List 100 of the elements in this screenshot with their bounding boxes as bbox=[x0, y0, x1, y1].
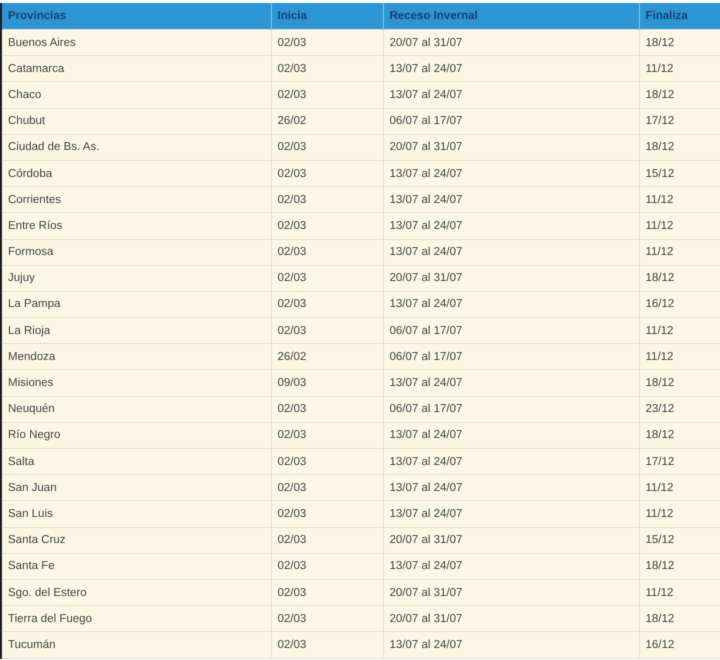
table-cell: 18/12 bbox=[639, 422, 720, 448]
table-cell: Catamarca bbox=[1, 56, 271, 82]
table-cell: 16/12 bbox=[639, 291, 720, 318]
table-cell: 09/03 bbox=[271, 370, 383, 396]
table-cell: 02/03 bbox=[271, 632, 383, 658]
table-cell: Sgo. del Estero bbox=[1, 579, 271, 606]
table-cell: Santa Cruz bbox=[1, 527, 271, 554]
table-cell: 18/12 bbox=[639, 370, 720, 396]
table-cell: 13/07 al 24/07 bbox=[383, 422, 639, 448]
table-cell: 02/03 bbox=[271, 291, 383, 318]
table-cell: 02/03 bbox=[271, 448, 383, 475]
table-cell: Córdoba bbox=[1, 160, 271, 187]
table-cell: 11/12 bbox=[639, 474, 720, 501]
table-cell: 20/07 al 31/07 bbox=[383, 134, 639, 160]
table-cell: Tierra del Fuego bbox=[1, 606, 271, 632]
table-cell: 13/07 al 24/07 bbox=[383, 82, 639, 108]
table-cell: 02/03 bbox=[271, 160, 383, 187]
table-cell: 26/02 bbox=[271, 344, 383, 370]
table-cell: 02/03 bbox=[271, 606, 383, 632]
table-cell: 02/03 bbox=[271, 422, 383, 448]
table-cell: 20/07 al 31/07 bbox=[383, 579, 639, 606]
table-cell: 11/12 bbox=[639, 579, 720, 606]
table-cell: Chaco bbox=[1, 82, 271, 108]
table-cell: Buenos Aires bbox=[1, 30, 271, 56]
table-cell: 18/12 bbox=[639, 82, 720, 108]
table-cell: 11/12 bbox=[639, 500, 720, 528]
table-cell: 13/07 al 24/07 bbox=[383, 553, 639, 580]
table-cell: 13/07 al 24/07 bbox=[383, 448, 639, 475]
table-cell: 17/12 bbox=[639, 108, 720, 134]
table-cell: 17/12 bbox=[639, 448, 720, 475]
table-cell: 26/02 bbox=[271, 108, 383, 134]
table-cell: Santa Fe bbox=[1, 553, 271, 580]
table-cell: 11/12 bbox=[639, 344, 720, 370]
table-cell: 11/12 bbox=[639, 212, 720, 239]
table-cell: 18/12 bbox=[639, 265, 720, 292]
table-cell: 02/03 bbox=[271, 500, 383, 528]
table-cell: San Juan bbox=[1, 474, 271, 501]
table-cell: 11/12 bbox=[639, 239, 720, 266]
table-cell: 23/12 bbox=[639, 396, 720, 422]
table-cell: 20/07 al 31/07 bbox=[383, 527, 639, 554]
table-cell: 02/03 bbox=[271, 474, 383, 501]
table-cell: 11/12 bbox=[639, 186, 720, 213]
column-header: Receso Invernal bbox=[383, 3, 639, 30]
table-cell: 13/07 al 24/07 bbox=[383, 212, 639, 239]
table-cell: 13/07 al 24/07 bbox=[383, 500, 639, 528]
table-cell: La Pampa bbox=[1, 291, 271, 318]
table-cell: Salta bbox=[1, 448, 271, 475]
table-cell: 11/12 bbox=[639, 56, 720, 82]
table-cell: 16/12 bbox=[639, 632, 720, 658]
table-cell: Jujuy bbox=[1, 265, 271, 292]
table-cell: 02/03 bbox=[271, 318, 383, 344]
table-cell: 02/03 bbox=[271, 30, 383, 56]
table-cell: 13/07 al 24/07 bbox=[383, 239, 639, 266]
table-cell: 02/03 bbox=[271, 265, 383, 292]
table-cell: 02/03 bbox=[271, 579, 383, 606]
column-header: Finaliza bbox=[639, 3, 720, 30]
table-cell: 02/03 bbox=[271, 239, 383, 266]
table-cell: La Rioja bbox=[1, 318, 271, 344]
table-cell: 02/03 bbox=[271, 186, 383, 213]
table-cell: 18/12 bbox=[639, 30, 720, 56]
table-cell: Chubut bbox=[1, 108, 271, 134]
table-cell: 13/07 al 24/07 bbox=[383, 160, 639, 187]
table-cell: 20/07 al 31/07 bbox=[383, 30, 639, 56]
table-cell: Entre Ríos bbox=[1, 212, 271, 239]
table-cell: 13/07 al 24/07 bbox=[383, 632, 639, 658]
table-cell: Misiones bbox=[1, 370, 271, 396]
table-cell: 15/12 bbox=[639, 527, 720, 554]
table-cell: 11/12 bbox=[639, 318, 720, 344]
column-header: Provincias bbox=[1, 3, 271, 30]
table-cell: 02/03 bbox=[271, 134, 383, 160]
table-cell: 06/07 al 17/07 bbox=[383, 318, 639, 344]
table-cell: 15/12 bbox=[639, 160, 720, 187]
table-cell: Río Negro bbox=[1, 422, 271, 448]
column-header: Inicia bbox=[271, 3, 383, 30]
table-cell: 02/03 bbox=[271, 212, 383, 239]
table-cell: 13/07 al 24/07 bbox=[383, 56, 639, 82]
table-cell: Corrientes bbox=[1, 186, 271, 213]
table-cell: 02/03 bbox=[271, 553, 383, 580]
table-cell: Formosa bbox=[1, 239, 271, 266]
table-cell: 13/07 al 24/07 bbox=[383, 186, 639, 213]
table-cell: 20/07 al 31/07 bbox=[383, 606, 639, 632]
table-cell: 06/07 al 17/07 bbox=[383, 108, 639, 134]
table-cell: 18/12 bbox=[639, 553, 720, 580]
table-cell: Neuquén bbox=[1, 396, 271, 422]
table-cell: 13/07 al 24/07 bbox=[383, 291, 639, 318]
table-cell: 18/12 bbox=[639, 134, 720, 160]
table-cell: 06/07 al 17/07 bbox=[383, 344, 639, 370]
table-cell: 02/03 bbox=[271, 527, 383, 554]
table-cell: 06/07 al 17/07 bbox=[383, 396, 639, 422]
table-cell: 13/07 al 24/07 bbox=[383, 474, 639, 501]
table-cell: San Luis bbox=[1, 500, 271, 528]
table-cell: 20/07 al 31/07 bbox=[383, 265, 639, 292]
table-cell: Ciudad de Bs. As. bbox=[1, 134, 271, 160]
table-cell: Tucumán bbox=[1, 632, 271, 658]
table-cell: Mendoza bbox=[1, 344, 271, 370]
table-cell: 13/07 al 24/07 bbox=[383, 370, 639, 396]
table-cell: 02/03 bbox=[271, 82, 383, 108]
table-cell: 02/03 bbox=[271, 396, 383, 422]
table-cell: 02/03 bbox=[271, 56, 383, 82]
table-cell: 18/12 bbox=[639, 606, 720, 632]
